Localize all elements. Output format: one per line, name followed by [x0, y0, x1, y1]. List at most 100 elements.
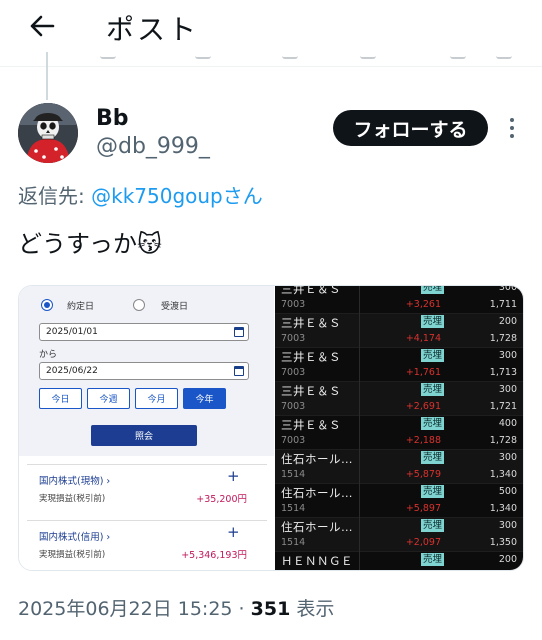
trade-side-badge: 売埋 [421, 315, 445, 328]
more-options-icon[interactable] [500, 114, 524, 142]
like-icon[interactable] [282, 52, 298, 59]
trade-profit: +4,174 [405, 333, 441, 344]
date-from-field: 2025/01/01 [39, 323, 249, 341]
trade-row: 住石ホール… 1514 売埋 +5,897 500 1,340 [275, 484, 523, 518]
trade-row: 三井Ｅ＆Ｓ 7003 売埋 +4,174 200 1,728 [275, 314, 523, 348]
trade-profit: +2,097 [405, 537, 441, 548]
trade-quantity: 400 [498, 418, 517, 429]
trade-profit: +3,261 [405, 299, 441, 310]
divider [0, 66, 542, 67]
avatar[interactable] [18, 103, 78, 163]
trade-quantity: 300 [498, 350, 517, 361]
reply-icon[interactable] [100, 52, 116, 59]
trade-quantity: 300 [498, 384, 517, 395]
search-form: 約定日 受渡日 2025/01/01 から 2025/06/22 今日 今週 今… [19, 286, 274, 456]
pnl-card-cash: 国内株式(現物) › + 実現損益(税引前) +35,200円 [27, 464, 267, 508]
trade-side-badge: 売埋 [421, 519, 445, 532]
trade-quantity: 300 [498, 520, 517, 531]
trade-name: ＨＥＮＮＧＥ [281, 554, 353, 568]
trade-price: 1,350 [489, 537, 517, 548]
trade-code: 7003 [281, 435, 306, 446]
author-handle[interactable]: @db_999_ [96, 134, 210, 159]
tweet-meta: 2025年06月22日 15:25 · 351 表示 [18, 594, 334, 621]
media-image-right[interactable]: 三井Ｅ＆Ｓ 7003 売埋 +3,261 300 1,711 三井Ｅ＆Ｓ 7003 売埋 +4,1… [275, 286, 523, 570]
trade-side-badge: 売埋 [421, 286, 445, 294]
tweet-text: どうすっか😽 [18, 230, 163, 258]
trade-side-badge: 売埋 [421, 485, 445, 498]
trade-side-badge: 売埋 [421, 451, 445, 464]
column-divider [359, 450, 360, 484]
top-app-bar: ポスト [0, 0, 542, 52]
pnl-card-title: 国内株式(現物) › [39, 476, 111, 487]
reply-prefix: 返信先: [18, 184, 92, 208]
trade-name: 三井Ｅ＆Ｓ [281, 350, 341, 364]
column-divider [359, 348, 360, 382]
trade-name: 三井Ｅ＆Ｓ [281, 316, 341, 330]
pnl-card-value: +35,200円 [196, 494, 247, 505]
column-divider [359, 416, 360, 450]
follow-button[interactable]: フォローする [333, 110, 488, 146]
date-to-field: 2025/06/22 [39, 362, 249, 380]
media-image-left[interactable]: 約定日 受渡日 2025/01/01 から 2025/06/22 今日 今週 今… [19, 286, 274, 570]
radio-trade-date-label: 約定日 [67, 302, 95, 312]
meta-separator: · [232, 598, 251, 620]
trade-name: 三井Ｅ＆Ｓ [281, 286, 341, 296]
share-icon[interactable] [496, 52, 512, 59]
repost-icon[interactable] [195, 52, 211, 59]
radio-trade-date [41, 299, 53, 311]
trade-price: 1,340 [489, 469, 517, 480]
search-button: 照会 [91, 425, 197, 446]
views-icon[interactable] [360, 52, 376, 59]
trade-code: 1514 [281, 537, 306, 548]
trade-side-badge: 売埋 [421, 553, 445, 566]
period-week-button: 今週 [87, 388, 130, 409]
pnl-card-sub: 実現損益(税引前) [39, 494, 106, 504]
page-title: ポスト [106, 13, 200, 46]
trade-quantity: 500 [498, 486, 517, 497]
date-from-value: 2025/01/01 [46, 327, 98, 337]
views-label: 表示 [290, 598, 335, 620]
skull-avatar-icon [18, 103, 78, 163]
trade-side-badge: 売埋 [421, 349, 445, 362]
trade-quantity: 300 [498, 452, 517, 463]
trade-row: 三井Ｅ＆Ｓ 7003 売埋 +2,691 300 1,721 [275, 382, 523, 416]
reply-context: 返信先: @kk750goupさん [18, 180, 263, 209]
trade-quantity: 200 [498, 316, 517, 327]
radio-settlement-date-label: 受渡日 [161, 302, 189, 312]
trade-quantity: 300 [498, 286, 517, 293]
trade-price: 1,728 [489, 333, 517, 344]
column-divider [359, 314, 360, 348]
radio-settlement-date [133, 299, 145, 311]
trade-side-badge: 売埋 [421, 383, 445, 396]
period-today-button: 今日 [39, 388, 82, 409]
trade-row: 三井Ｅ＆Ｓ 7003 売埋 +3,261 300 1,711 [275, 286, 523, 314]
pnl-card-margin: 国内株式(信用) › + 実現損益(税引前) +5,346,193円 [27, 520, 267, 564]
reply-mention-link[interactable]: @kk750goupさん [91, 184, 263, 208]
column-divider [359, 484, 360, 518]
trade-row: 住石ホール… 1514 売埋 +2,097 300 1,350 [275, 518, 523, 552]
trade-code: 7003 [281, 401, 306, 412]
bookmark-icon[interactable] [450, 52, 466, 59]
period-month-button: 今月 [135, 388, 178, 409]
back-button[interactable] [24, 10, 60, 42]
thread-connector [46, 52, 48, 100]
author-display-name[interactable]: Bb [96, 106, 129, 131]
plus-icon: + [227, 467, 240, 485]
trade-price: 1,711 [489, 299, 517, 310]
column-divider [359, 552, 360, 570]
trade-code: 7003 [281, 333, 306, 344]
previous-tweet-actions [0, 52, 542, 66]
pnl-card-sub: 実現損益(税引前) [39, 550, 106, 560]
trade-profit: +5,897 [405, 503, 441, 514]
trade-code: 1514 [281, 503, 306, 514]
tweet-media[interactable]: 約定日 受渡日 2025/01/01 から 2025/06/22 今日 今週 今… [18, 285, 524, 571]
trade-code: 1514 [281, 469, 306, 480]
trade-price: 1,728 [489, 435, 517, 446]
trade-name: 三井Ｅ＆Ｓ [281, 384, 341, 398]
calendar-icon [234, 366, 244, 376]
timestamp[interactable]: 2025年06月22日 15:25 [18, 598, 233, 620]
trade-name: 三井Ｅ＆Ｓ [281, 418, 341, 432]
trade-price: 1,721 [489, 401, 517, 412]
pnl-card-value: +5,346,193円 [181, 550, 247, 561]
trade-price: 1,713 [489, 367, 517, 378]
